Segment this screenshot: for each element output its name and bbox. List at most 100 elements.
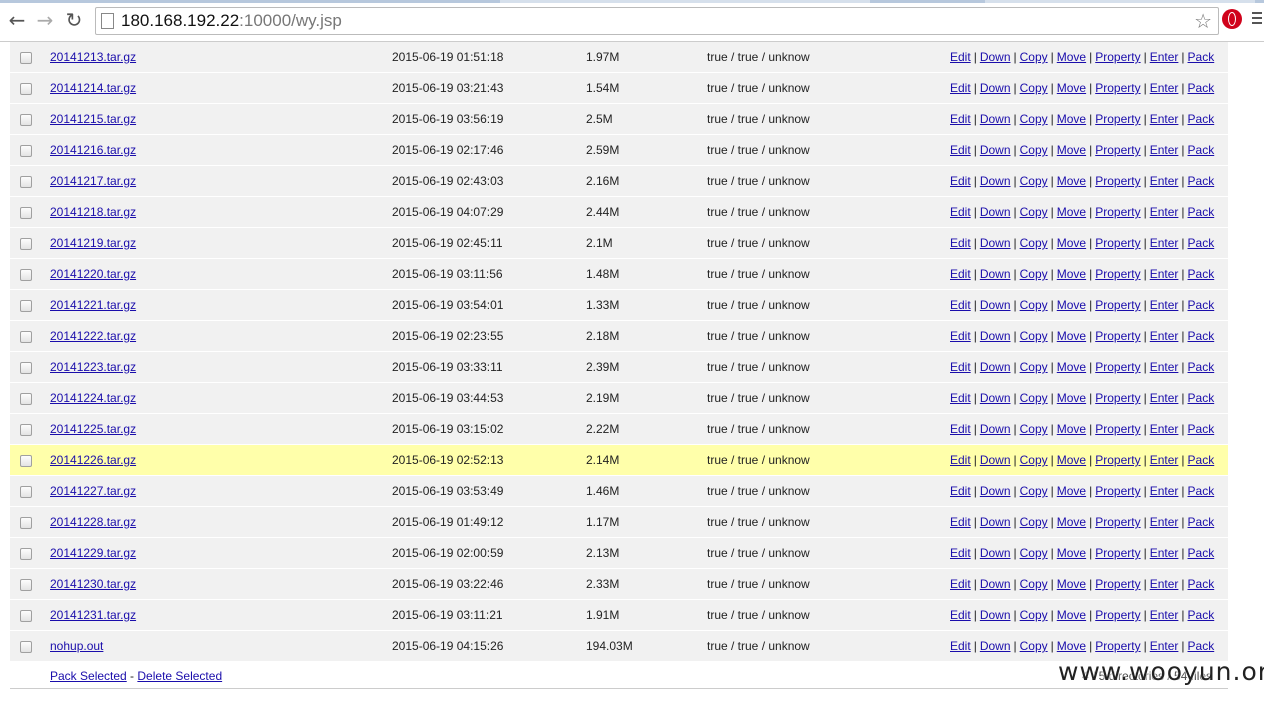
file-name-link[interactable]: 20141215.tar.gz: [50, 112, 136, 126]
pack-link[interactable]: Pack: [1188, 50, 1215, 64]
move-link[interactable]: Move: [1057, 329, 1086, 343]
pack-link[interactable]: Pack: [1188, 639, 1215, 653]
pack-link[interactable]: Pack: [1188, 205, 1215, 219]
move-link[interactable]: Move: [1057, 453, 1086, 467]
pack-link[interactable]: Pack: [1188, 267, 1215, 281]
edit-link[interactable]: Edit: [950, 360, 971, 374]
file-name-link[interactable]: 20141217.tar.gz: [50, 174, 136, 188]
pack-selected-link[interactable]: Pack Selected: [50, 669, 127, 683]
down-link[interactable]: Down: [980, 112, 1011, 126]
down-link[interactable]: Down: [980, 391, 1011, 405]
enter-link[interactable]: Enter: [1150, 205, 1179, 219]
down-link[interactable]: Down: [980, 608, 1011, 622]
move-link[interactable]: Move: [1057, 143, 1086, 157]
property-link[interactable]: Property: [1095, 422, 1140, 436]
pack-link[interactable]: Pack: [1188, 81, 1215, 95]
enter-link[interactable]: Enter: [1150, 81, 1179, 95]
edit-link[interactable]: Edit: [950, 174, 971, 188]
edit-link[interactable]: Edit: [950, 298, 971, 312]
enter-link[interactable]: Enter: [1150, 639, 1179, 653]
row-checkbox[interactable]: [20, 176, 32, 188]
file-name-link[interactable]: 20141226.tar.gz: [50, 453, 136, 467]
down-link[interactable]: Down: [980, 298, 1011, 312]
opera-extension-icon[interactable]: [1222, 9, 1242, 29]
property-link[interactable]: Property: [1095, 298, 1140, 312]
edit-link[interactable]: Edit: [950, 143, 971, 157]
row-checkbox[interactable]: [20, 331, 32, 343]
down-link[interactable]: Down: [980, 546, 1011, 560]
pack-link[interactable]: Pack: [1188, 608, 1215, 622]
enter-link[interactable]: Enter: [1150, 267, 1179, 281]
file-name-link[interactable]: 20141216.tar.gz: [50, 143, 136, 157]
property-link[interactable]: Property: [1095, 484, 1140, 498]
down-link[interactable]: Down: [980, 236, 1011, 250]
move-link[interactable]: Move: [1057, 515, 1086, 529]
move-link[interactable]: Move: [1057, 391, 1086, 405]
pack-link[interactable]: Pack: [1188, 453, 1215, 467]
file-name-link[interactable]: 20141229.tar.gz: [50, 546, 136, 560]
pack-link[interactable]: Pack: [1188, 298, 1215, 312]
row-checkbox[interactable]: [20, 269, 32, 281]
copy-link[interactable]: Copy: [1020, 484, 1048, 498]
move-link[interactable]: Move: [1057, 546, 1086, 560]
row-checkbox[interactable]: [20, 486, 32, 498]
copy-link[interactable]: Copy: [1020, 608, 1048, 622]
move-link[interactable]: Move: [1057, 205, 1086, 219]
pack-link[interactable]: Pack: [1188, 577, 1215, 591]
delete-selected-link[interactable]: Delete Selected: [137, 669, 222, 683]
property-link[interactable]: Property: [1095, 639, 1140, 653]
enter-link[interactable]: Enter: [1150, 112, 1179, 126]
enter-link[interactable]: Enter: [1150, 577, 1179, 591]
row-checkbox[interactable]: [20, 424, 32, 436]
row-checkbox[interactable]: [20, 83, 32, 95]
property-link[interactable]: Property: [1095, 546, 1140, 560]
file-name-link[interactable]: 20141227.tar.gz: [50, 484, 136, 498]
down-link[interactable]: Down: [980, 422, 1011, 436]
file-name-link[interactable]: 20141228.tar.gz: [50, 515, 136, 529]
edit-link[interactable]: Edit: [950, 205, 971, 219]
pack-link[interactable]: Pack: [1188, 112, 1215, 126]
edit-link[interactable]: Edit: [950, 329, 971, 343]
move-link[interactable]: Move: [1057, 81, 1086, 95]
property-link[interactable]: Property: [1095, 453, 1140, 467]
copy-link[interactable]: Copy: [1020, 422, 1048, 436]
copy-link[interactable]: Copy: [1020, 329, 1048, 343]
copy-link[interactable]: Copy: [1020, 81, 1048, 95]
copy-link[interactable]: Copy: [1020, 174, 1048, 188]
copy-link[interactable]: Copy: [1020, 453, 1048, 467]
enter-link[interactable]: Enter: [1150, 298, 1179, 312]
file-name-link[interactable]: 20141225.tar.gz: [50, 422, 136, 436]
property-link[interactable]: Property: [1095, 174, 1140, 188]
pack-link[interactable]: Pack: [1188, 391, 1215, 405]
move-link[interactable]: Move: [1057, 608, 1086, 622]
enter-link[interactable]: Enter: [1150, 515, 1179, 529]
property-link[interactable]: Property: [1095, 50, 1140, 64]
property-link[interactable]: Property: [1095, 81, 1140, 95]
edit-link[interactable]: Edit: [950, 546, 971, 560]
enter-link[interactable]: Enter: [1150, 422, 1179, 436]
file-name-link[interactable]: 20141213.tar.gz: [50, 50, 136, 64]
pack-link[interactable]: Pack: [1188, 174, 1215, 188]
row-checkbox[interactable]: [20, 579, 32, 591]
row-checkbox[interactable]: [20, 362, 32, 374]
enter-link[interactable]: Enter: [1150, 50, 1179, 64]
property-link[interactable]: Property: [1095, 391, 1140, 405]
pack-link[interactable]: Pack: [1188, 546, 1215, 560]
copy-link[interactable]: Copy: [1020, 267, 1048, 281]
row-checkbox[interactable]: [20, 610, 32, 622]
down-link[interactable]: Down: [980, 81, 1011, 95]
copy-link[interactable]: Copy: [1020, 236, 1048, 250]
row-checkbox[interactable]: [20, 548, 32, 560]
move-link[interactable]: Move: [1057, 298, 1086, 312]
file-name-link[interactable]: 20141230.tar.gz: [50, 577, 136, 591]
pack-link[interactable]: Pack: [1188, 236, 1215, 250]
move-link[interactable]: Move: [1057, 236, 1086, 250]
enter-link[interactable]: Enter: [1150, 236, 1179, 250]
move-link[interactable]: Move: [1057, 267, 1086, 281]
move-link[interactable]: Move: [1057, 422, 1086, 436]
file-name-link[interactable]: nohup.out: [50, 639, 103, 653]
down-link[interactable]: Down: [980, 484, 1011, 498]
down-link[interactable]: Down: [980, 639, 1011, 653]
move-link[interactable]: Move: [1057, 639, 1086, 653]
move-link[interactable]: Move: [1057, 577, 1086, 591]
